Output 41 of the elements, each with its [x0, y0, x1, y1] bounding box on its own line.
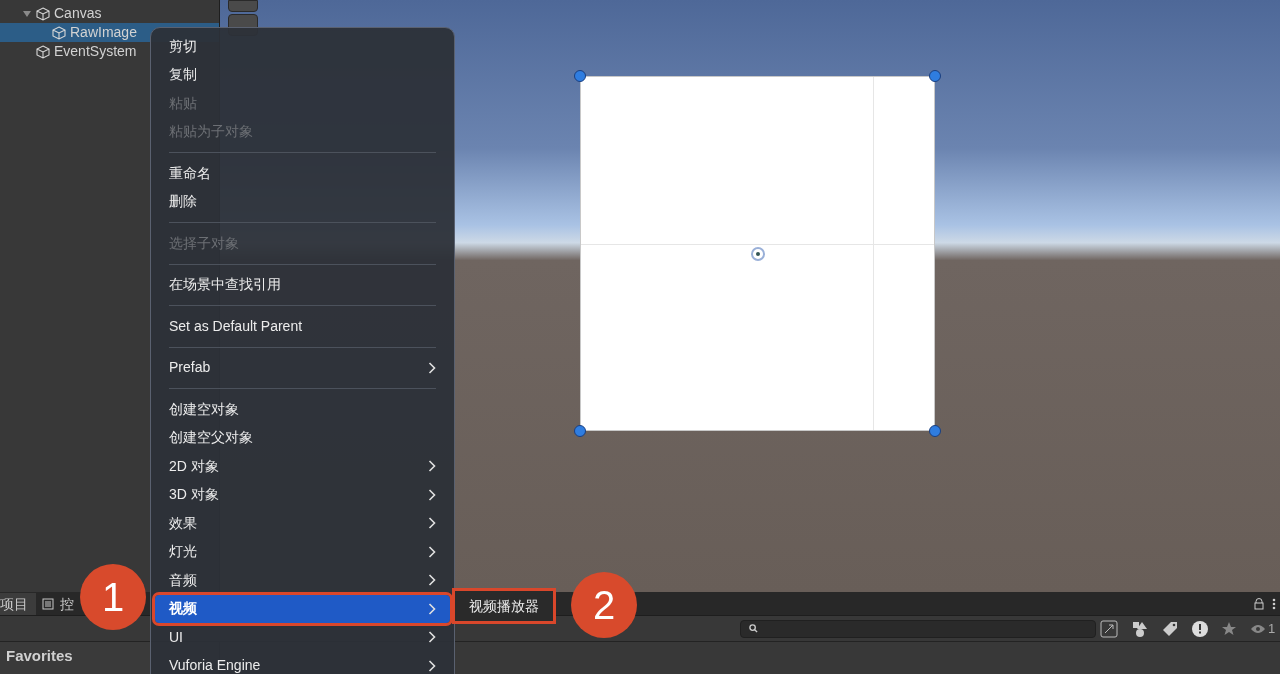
- shapes-icon[interactable]: [1132, 620, 1148, 637]
- resize-handle[interactable]: [574, 70, 586, 82]
- tag-icon[interactable]: [1162, 620, 1178, 637]
- menu-item[interactable]: 重命名: [155, 159, 450, 188]
- search-icon: [749, 624, 758, 633]
- menu-item[interactable]: 在场景中查找引用: [155, 270, 450, 299]
- menu-item[interactable]: 创建空对象: [155, 395, 450, 424]
- search-field[interactable]: [740, 619, 1096, 638]
- resize-handle[interactable]: [929, 425, 941, 437]
- menu-item[interactable]: 音频: [155, 566, 450, 595]
- cube-icon: [36, 44, 50, 59]
- menu-item[interactable]: 创建空父对象: [155, 423, 450, 452]
- menu-item[interactable]: UI: [155, 623, 450, 652]
- menu-item[interactable]: Vuforia Engine: [155, 651, 450, 674]
- more-icon[interactable]: [1272, 598, 1276, 610]
- menu-item[interactable]: 视频播放器: [455, 591, 553, 621]
- menu-item[interactable]: 删除: [155, 187, 450, 216]
- lock-icon[interactable]: [1254, 598, 1264, 610]
- cube-icon: [36, 6, 50, 21]
- caret-down-icon[interactable]: [22, 8, 32, 19]
- menu-item[interactable]: 效果: [155, 509, 450, 538]
- menu-item[interactable]: 复制: [155, 60, 450, 89]
- list-icon: [42, 598, 54, 610]
- expand-icon[interactable]: [1100, 619, 1118, 638]
- menu-item[interactable]: 灯光: [155, 537, 450, 566]
- warning-icon[interactable]: [1192, 620, 1208, 637]
- hidden-count: 1: [1268, 619, 1276, 638]
- cube-icon: [52, 25, 66, 40]
- menu-item[interactable]: 3D 对象: [155, 480, 450, 509]
- panel-tab[interactable]: 项目: [0, 593, 36, 615]
- eye-icon[interactable]: [1250, 623, 1266, 634]
- resize-handle[interactable]: [929, 70, 941, 82]
- star-icon[interactable]: [1222, 621, 1236, 636]
- menu-item[interactable]: Prefab: [155, 353, 450, 382]
- menu-item[interactable]: 2D 对象: [155, 452, 450, 481]
- favorites-label[interactable]: Favorites: [6, 647, 73, 664]
- resize-handle[interactable]: [574, 425, 586, 437]
- menu-item[interactable]: 视频: [155, 594, 450, 623]
- hierarchy-item[interactable]: Canvas: [0, 4, 219, 23]
- menu-item[interactable]: Set as Default Parent: [155, 312, 450, 341]
- pivot-handle[interactable]: [751, 247, 765, 261]
